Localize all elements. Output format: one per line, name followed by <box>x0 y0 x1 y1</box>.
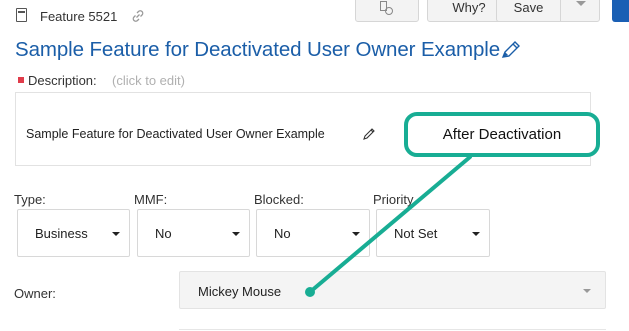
annotation-text: After Deactivation <box>442 126 562 143</box>
annotation-arrow <box>305 155 472 297</box>
